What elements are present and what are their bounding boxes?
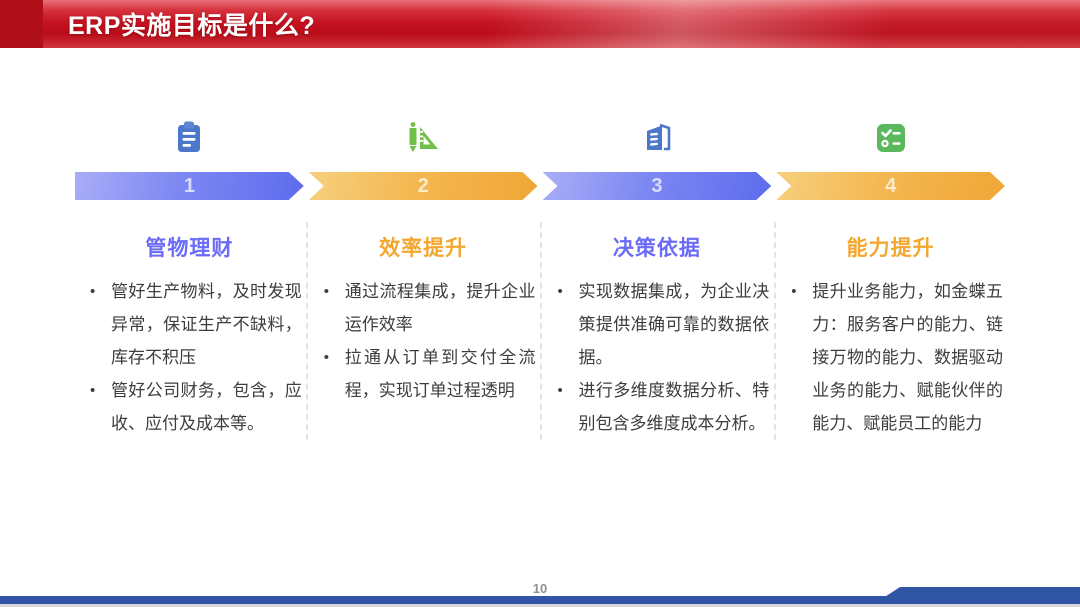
column-title: 决策依据 bbox=[613, 232, 701, 262]
clipboard-icon bbox=[169, 112, 209, 158]
step-arrow-2: 2 bbox=[309, 172, 538, 200]
column-divider bbox=[306, 222, 308, 440]
bullet-list: 实现数据集成，为企业决策提供准确可靠的数据依据。 进行多维度数据分析、特别包含多… bbox=[543, 275, 772, 440]
column-title: 能力提升 bbox=[847, 232, 935, 262]
step-arrow-4: 4 bbox=[776, 172, 1005, 200]
checklist-icon bbox=[871, 112, 911, 158]
bullet-item: 提升业务能力，如金蝶五力：服务客户的能力、链接万物的能力、数据驱动业务的能力、赋… bbox=[788, 275, 1003, 440]
step-arrow-1: 1 bbox=[75, 172, 304, 200]
column-3: 3 决策依据 实现数据集成，为企业决策提供准确可靠的数据依据。 进行多维度数据分… bbox=[543, 112, 772, 440]
bullet-item: 管好生产物料，及时发现异常，保证生产不缺料，库存不积压 bbox=[87, 275, 302, 374]
column-divider bbox=[774, 222, 776, 440]
footer-corner-shape bbox=[874, 587, 1080, 604]
column-4: 4 能力提升 提升业务能力，如金蝶五力：服务客户的能力、链接万物的能力、数据驱动… bbox=[776, 112, 1005, 440]
pencil-ruler-icon bbox=[402, 112, 444, 158]
bullet-item: 进行多维度数据分析、特别包含多维度成本分析。 bbox=[555, 374, 770, 440]
step-number: 4 bbox=[885, 175, 896, 198]
slide: ERP实施目标是什么? 1 管物理财 管好生产物料，及时发现异常，保证生产不缺料… bbox=[0, 0, 1080, 607]
slide-title: ERP实施目标是什么? bbox=[68, 6, 315, 42]
step-arrow-3: 3 bbox=[543, 172, 772, 200]
step-number: 1 bbox=[184, 175, 195, 198]
bullet-item: 拉通从订单到交付全流程，实现订单过程透明 bbox=[321, 341, 536, 407]
column-title: 管物理财 bbox=[145, 232, 233, 262]
bullet-list: 提升业务能力，如金蝶五力：服务客户的能力、链接万物的能力、数据驱动业务的能力、赋… bbox=[776, 275, 1005, 440]
column-divider bbox=[540, 222, 542, 440]
column-2: 2 效率提升 通过流程集成，提升企业运作效率 拉通从订单到交付全流程，实现订单过… bbox=[309, 112, 538, 440]
documents-icon bbox=[636, 112, 678, 158]
bullet-list: 管好生产物料，及时发现异常，保证生产不缺料，库存不积压 管好公司财务，包含，应收… bbox=[75, 275, 304, 440]
column-title: 效率提升 bbox=[379, 232, 467, 262]
bullet-item: 管好公司财务，包含，应收、应付及成本等。 bbox=[87, 374, 302, 440]
header-accent-square bbox=[0, 0, 43, 48]
bullet-item: 通过流程集成，提升企业运作效率 bbox=[321, 275, 536, 341]
column-1: 1 管物理财 管好生产物料，及时发现异常，保证生产不缺料，库存不积压 管好公司财… bbox=[75, 112, 304, 440]
step-number: 3 bbox=[651, 175, 662, 198]
bullet-list: 通过流程集成，提升企业运作效率 拉通从订单到交付全流程，实现订单过程透明 bbox=[309, 275, 538, 407]
slide-header: ERP实施目标是什么? bbox=[0, 0, 1080, 48]
step-number: 2 bbox=[418, 175, 429, 198]
bullet-item: 实现数据集成，为企业决策提供准确可靠的数据依据。 bbox=[555, 275, 770, 374]
